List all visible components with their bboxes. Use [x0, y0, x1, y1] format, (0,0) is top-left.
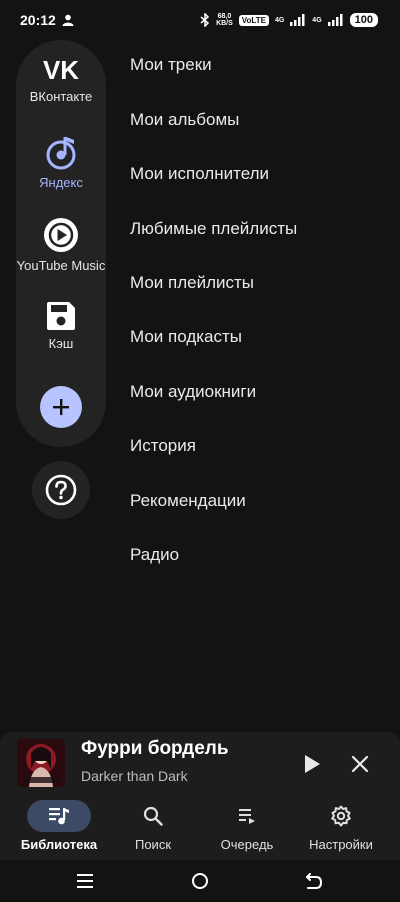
back-icon[interactable]: [305, 872, 323, 890]
search-icon: [143, 806, 163, 826]
tab-queue[interactable]: Очередь: [197, 800, 297, 852]
help-icon: [45, 474, 77, 506]
menu-icon[interactable]: [76, 873, 94, 889]
tab-library[interactable]: Библиотека: [9, 800, 109, 852]
album-art-image: [17, 739, 65, 787]
tab-icon-wrap: [121, 800, 185, 832]
tab-search[interactable]: Поиск: [103, 800, 203, 852]
sidebar-item-label: Кэш: [48, 336, 74, 351]
sidebar-item-yandex[interactable]: Яндекс: [16, 135, 106, 190]
music-note-icon: [46, 137, 76, 170]
battery-indicator: 100: [349, 13, 378, 27]
sidebar-item-label: YouTube Music: [16, 258, 106, 273]
tab-settings[interactable]: Настройки: [291, 800, 391, 852]
play-button[interactable]: [298, 750, 326, 778]
add-source-button[interactable]: [40, 386, 82, 428]
menu-item-recommendations[interactable]: Рекомендации: [130, 491, 246, 511]
menu-item-my-artists[interactable]: Мои исполнители: [130, 164, 269, 184]
library-music-icon: [49, 808, 69, 825]
sim1-type: 4G: [274, 16, 285, 24]
close-player-button[interactable]: [346, 750, 374, 778]
tab-icon-wrap: [215, 800, 279, 832]
status-time: 20:12: [20, 12, 56, 28]
play-icon: [305, 755, 320, 773]
sidebar-item-label: Яндекс: [39, 175, 83, 190]
tab-icon-wrap: [309, 800, 373, 832]
sim2-type: 4G: [312, 16, 322, 24]
tab-label: Настройки: [309, 837, 373, 852]
net-speed: 68,0 KB/S: [216, 13, 233, 27]
active-indicator: [27, 800, 91, 832]
menu-item-favorite-playlists[interactable]: Любимые плейлисты: [130, 219, 297, 239]
menu-item-my-albums[interactable]: Мои альбомы: [130, 110, 239, 130]
status-icons: 68,0 KB/S VoLTE 4G 4G 100: [200, 9, 378, 31]
sidebar-item-youtube-music[interactable]: YouTube Music: [16, 216, 106, 273]
track-title[interactable]: Фурри бордель: [81, 738, 229, 760]
tab-label: Поиск: [134, 837, 172, 852]
menu-item-my-audiobooks[interactable]: Мои аудиокниги: [130, 382, 256, 402]
bluetooth-icon: [200, 13, 210, 27]
volte-badge: VoLTE: [238, 14, 269, 26]
sidebar-item-vk[interactable]: VK ВКонтакте: [16, 55, 106, 104]
help-button[interactable]: [32, 461, 90, 519]
menu-item-radio[interactable]: Радио: [130, 545, 179, 565]
person-icon: [62, 14, 74, 26]
signal-icon: [327, 14, 343, 26]
sidebar-item-label: ВКонтакте: [29, 89, 93, 104]
close-icon: [351, 755, 369, 773]
track-artist[interactable]: Darker than Dark: [81, 768, 188, 784]
album-cover[interactable]: [17, 739, 65, 787]
signal-icon: [290, 14, 305, 26]
home-icon[interactable]: [191, 872, 209, 890]
tab-label: Библиотека: [20, 837, 98, 852]
plus-icon: [53, 399, 69, 415]
save-icon: [47, 302, 75, 330]
menu-item-my-tracks[interactable]: Мои треки: [130, 55, 212, 75]
net-speed-unit: KB/S: [216, 20, 233, 27]
menu-item-history[interactable]: История: [130, 436, 196, 456]
svg-text:VK: VK: [43, 55, 79, 85]
menu-item-my-podcasts[interactable]: Мои подкасты: [130, 327, 242, 347]
net-speed-value: 68,0: [217, 13, 232, 20]
tab-label: Очередь: [220, 837, 274, 852]
settings-gear-icon: [331, 805, 351, 827]
sidebar-item-cache[interactable]: Кэш: [16, 300, 106, 351]
vk-logo-icon: VK: [43, 55, 79, 85]
youtube-music-icon: [44, 218, 78, 252]
menu-item-my-playlists[interactable]: Мои плейлисты: [130, 273, 254, 293]
queue-icon: [239, 809, 255, 824]
